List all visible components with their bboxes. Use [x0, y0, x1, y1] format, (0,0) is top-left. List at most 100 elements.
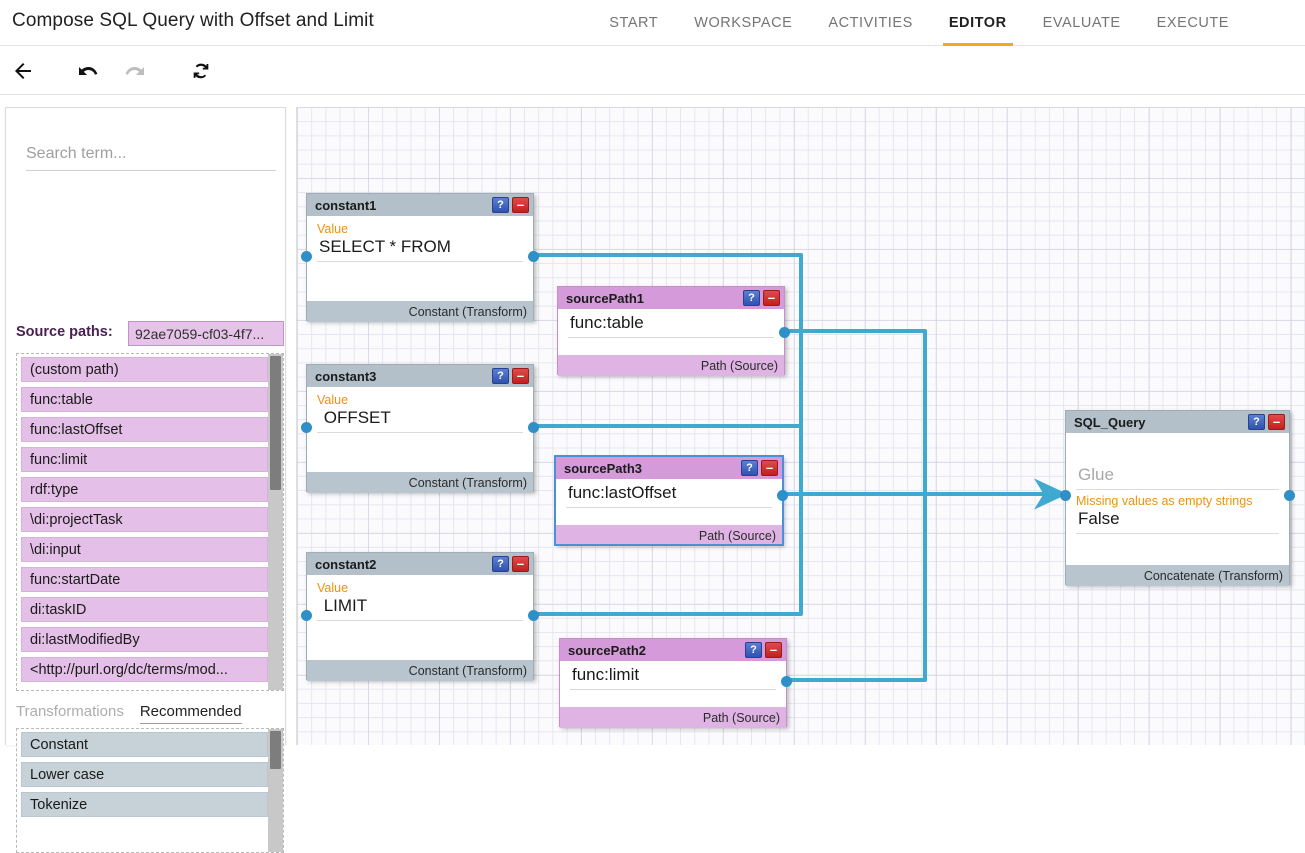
missing-values-value[interactable]: False	[1076, 509, 1279, 534]
source-path-item[interactable]: (custom path)	[21, 357, 268, 382]
search-input[interactable]	[26, 141, 276, 171]
remove-icon[interactable]: –	[763, 290, 780, 306]
node-output-port[interactable]	[528, 251, 539, 262]
source-paths-select[interactable]: 92ae7059-cf03-4f7...	[128, 321, 284, 346]
help-icon[interactable]: ?	[741, 460, 758, 476]
node-type-label: Path (Source)	[703, 711, 780, 725]
node-header[interactable]: constant2?–	[307, 553, 533, 575]
node-type-label: Path (Source)	[699, 529, 776, 543]
node-body: func:limit	[560, 661, 786, 707]
source-paths-list: (custom path) func:table func:lastOffset fu…	[16, 353, 284, 691]
remove-icon[interactable]: –	[512, 368, 529, 384]
source-path-item[interactable]: func:startDate	[21, 567, 268, 592]
help-icon[interactable]: ?	[492, 197, 509, 213]
node-input-port[interactable]	[301, 422, 312, 433]
graph-node-sourcePath1[interactable]: sourcePath1?– func:table Path (Source)	[557, 286, 785, 375]
remove-icon[interactable]: –	[761, 460, 778, 476]
source-path-item[interactable]: \di:input	[21, 537, 268, 562]
node-footer: Path (Source)	[560, 707, 786, 728]
node-header[interactable]: constant1?–	[307, 194, 533, 216]
source-path-item[interactable]: func:limit	[21, 447, 268, 472]
source-path-item[interactable]: func:table	[21, 387, 268, 412]
tab-execute-label: EXECUTE	[1157, 15, 1229, 31]
tab-activities[interactable]: ACTIVITIES	[810, 0, 930, 46]
help-icon[interactable]: ?	[743, 290, 760, 306]
source-path-item[interactable]: rdf:type	[21, 477, 268, 502]
redo-icon[interactable]	[120, 56, 150, 86]
source-paths-scrollbar[interactable]	[268, 354, 283, 690]
help-icon[interactable]: ?	[492, 368, 509, 384]
node-input-port[interactable]	[301, 610, 312, 621]
remove-icon[interactable]: –	[512, 556, 529, 572]
node-header[interactable]: SQL_Query?–	[1066, 411, 1289, 433]
back-arrow-icon[interactable]	[8, 56, 38, 86]
node-type-label: Concatenate (Transform)	[1144, 569, 1283, 583]
value-input[interactable]: OFFSET	[317, 408, 523, 433]
graph-node-constant3[interactable]: constant3?–Value OFFSETConstant (Transfo…	[306, 364, 534, 492]
node-header[interactable]: sourcePath2?–	[560, 639, 786, 661]
value-input[interactable]: SELECT * FROM	[317, 237, 523, 262]
path-input[interactable]: func:table	[568, 313, 774, 338]
glue-value[interactable]: Glue	[1076, 465, 1279, 490]
node-output-port[interactable]	[1284, 490, 1295, 501]
graph-node-SQL_Query[interactable]: SQL_Query?– Glue Missing values as empty s…	[1065, 410, 1290, 585]
node-output-port[interactable]	[528, 610, 539, 621]
remove-icon[interactable]: –	[512, 197, 529, 213]
path-field: func:table	[568, 313, 774, 338]
node-header[interactable]: sourcePath1?–	[558, 287, 784, 309]
source-path-item[interactable]: di:taskID	[21, 597, 268, 622]
tab-start[interactable]: START	[591, 0, 676, 46]
node-output-port[interactable]	[777, 490, 788, 501]
graph-node-constant2[interactable]: constant2?–Value LIMITConstant (Transfor…	[306, 552, 534, 680]
main-nav-tabs: START WORKSPACE ACTIVITIES EDITOR EVALUA…	[591, 0, 1247, 46]
graph-node-constant1[interactable]: constant1?–ValueSELECT * FROMConstant (T…	[306, 193, 534, 321]
node-output-port[interactable]	[781, 676, 792, 687]
graph-node-sourcePath3[interactable]: sourcePath3?– func:lastOffset Path (Source…	[555, 456, 783, 545]
tab-transformations[interactable]: Transformations	[16, 703, 124, 724]
source-paths-scroll-thumb[interactable]	[270, 356, 281, 490]
node-input-port[interactable]	[301, 251, 312, 262]
value-field: Value LIMIT	[317, 581, 523, 621]
node-output-port[interactable]	[779, 327, 790, 338]
help-icon[interactable]: ?	[492, 556, 509, 572]
tab-execute[interactable]: EXECUTE	[1139, 0, 1247, 46]
source-path-item[interactable]: <http://purl.org/dc/terms/mod...	[21, 657, 268, 682]
remove-icon[interactable]: –	[1268, 414, 1285, 430]
transformations-scrollbar[interactable]	[268, 729, 283, 852]
node-title: constant1	[315, 198, 489, 213]
node-header[interactable]: sourcePath3?–	[556, 457, 782, 479]
node-output-port[interactable]	[528, 422, 539, 433]
tab-workspace[interactable]: WORKSPACE	[676, 0, 810, 46]
missing-values-field: Missing values as empty stringsFalse	[1076, 494, 1279, 534]
help-icon[interactable]: ?	[1248, 414, 1265, 430]
path-input[interactable]: func:limit	[570, 665, 776, 690]
graph-canvas[interactable]: constant1?–ValueSELECT * FROMConstant (T…	[296, 107, 1305, 745]
help-icon[interactable]: ?	[745, 642, 762, 658]
value-label: Value	[317, 393, 523, 407]
path-input[interactable]: func:lastOffset	[566, 483, 772, 508]
source-path-item[interactable]: func:lastOffset	[21, 417, 268, 442]
tab-editor[interactable]: EDITOR	[931, 0, 1025, 46]
graph-node-sourcePath2[interactable]: sourcePath2?– func:limit Path (Source)	[559, 638, 787, 727]
missing-values-label: Missing values as empty strings	[1076, 494, 1279, 508]
transformation-item[interactable]: Tokenize	[21, 792, 268, 817]
node-header[interactable]: constant3?–	[307, 365, 533, 387]
transformations-list: ConstantLower caseTokenize	[16, 728, 284, 853]
refresh-icon[interactable]	[186, 56, 216, 86]
left-sidebar: Source paths: 92ae7059-cf03-4f7... (cust…	[5, 107, 286, 745]
value-input[interactable]: LIMIT	[317, 596, 523, 621]
transformation-item[interactable]: Lower case	[21, 762, 268, 787]
tab-workspace-label: WORKSPACE	[694, 15, 792, 31]
node-input-port[interactable]	[1060, 490, 1071, 501]
node-type-label: Path (Source)	[701, 359, 778, 373]
tab-evaluate[interactable]: EVALUATE	[1025, 0, 1139, 46]
source-paths-scroller: (custom path) func:table func:lastOffset fu…	[17, 354, 268, 690]
source-path-item[interactable]: \di:projectTask	[21, 507, 268, 532]
undo-icon[interactable]	[73, 56, 103, 86]
remove-icon[interactable]: –	[765, 642, 782, 658]
transformations-scroll-thumb[interactable]	[270, 731, 281, 769]
source-path-item[interactable]: di:lastModifiedBy	[21, 627, 268, 652]
tab-recommended[interactable]: Recommended	[140, 703, 242, 724]
node-title: sourcePath3	[564, 461, 738, 476]
tab-editor-label: EDITOR	[949, 15, 1007, 31]
